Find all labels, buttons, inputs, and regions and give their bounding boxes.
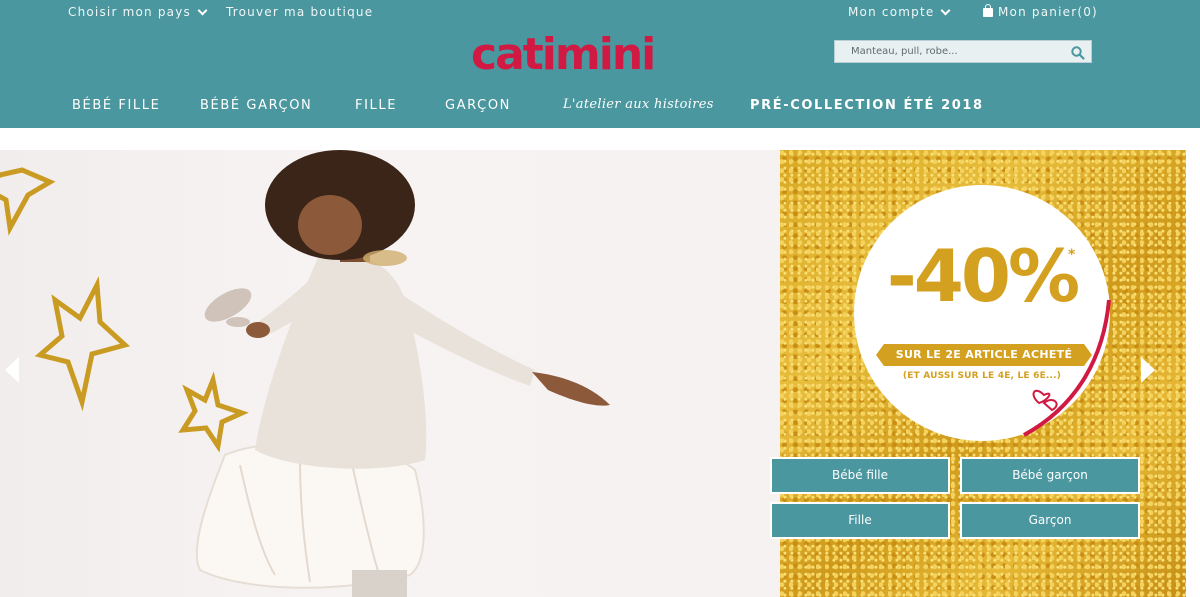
promo-badge[interactable]: -40% * SUR LE 2E ARTICLE ACHETÉ (ET AUSS… [854,185,1111,441]
main-nav: BÉBÉ FILLE BÉBÉ GARÇON FILLE GARÇON L'at… [0,97,1200,120]
shopping-bag-icon [983,4,993,17]
cart-label: Mon panier(0) [998,5,1098,19]
category-button-fille[interactable]: Fille [770,502,950,539]
search-bar [834,40,1092,63]
country-selector[interactable]: Choisir mon pays [68,5,208,19]
nav-item-pre-collection[interactable]: PRÉ-COLLECTION ÉTÉ 2018 [750,98,984,113]
category-button-garcon[interactable]: Garçon [960,502,1140,539]
chevron-down-icon [941,5,951,15]
nav-item-atelier[interactable]: L'atelier aux histoires [563,97,714,112]
promo-asterisk: * [1068,247,1076,263]
category-button-bebe-garcon[interactable]: Bébé garçon [960,457,1140,494]
category-button-bebe-fille[interactable]: Bébé fille [770,457,950,494]
store-label: Trouver ma boutique [226,5,374,19]
nav-item-bebe-fille[interactable]: BÉBÉ FILLE [72,98,160,113]
cart-link[interactable]: Mon panier(0) [983,4,1098,19]
account-label: Mon compte [848,5,935,19]
country-label: Choisir mon pays [68,5,191,19]
star-icon [34,276,131,412]
arrow-left-icon[interactable] [5,357,19,383]
hero-illustration [0,150,610,597]
hero-image[interactable] [0,150,780,597]
search-icon[interactable] [1065,41,1091,62]
search-input[interactable] [835,41,1065,62]
arrow-right-icon[interactable] [1141,357,1155,383]
nav-item-garcon[interactable]: GARÇON [445,98,511,113]
site-header: Choisir mon pays Trouver ma boutique Mon… [0,0,1200,128]
nav-item-bebe-garcon[interactable]: BÉBÉ GARÇON [200,98,312,113]
nav-item-fille[interactable]: FILLE [355,98,397,113]
star-icon [178,371,249,453]
star-icon [0,167,56,236]
store-locator-link[interactable]: Trouver ma boutique [226,5,373,19]
chevron-down-icon [197,5,208,15]
account-menu[interactable]: Mon compte [848,5,951,19]
ribbon-icon [1023,299,1111,437]
site-logo[interactable]: catimini [471,30,656,80]
